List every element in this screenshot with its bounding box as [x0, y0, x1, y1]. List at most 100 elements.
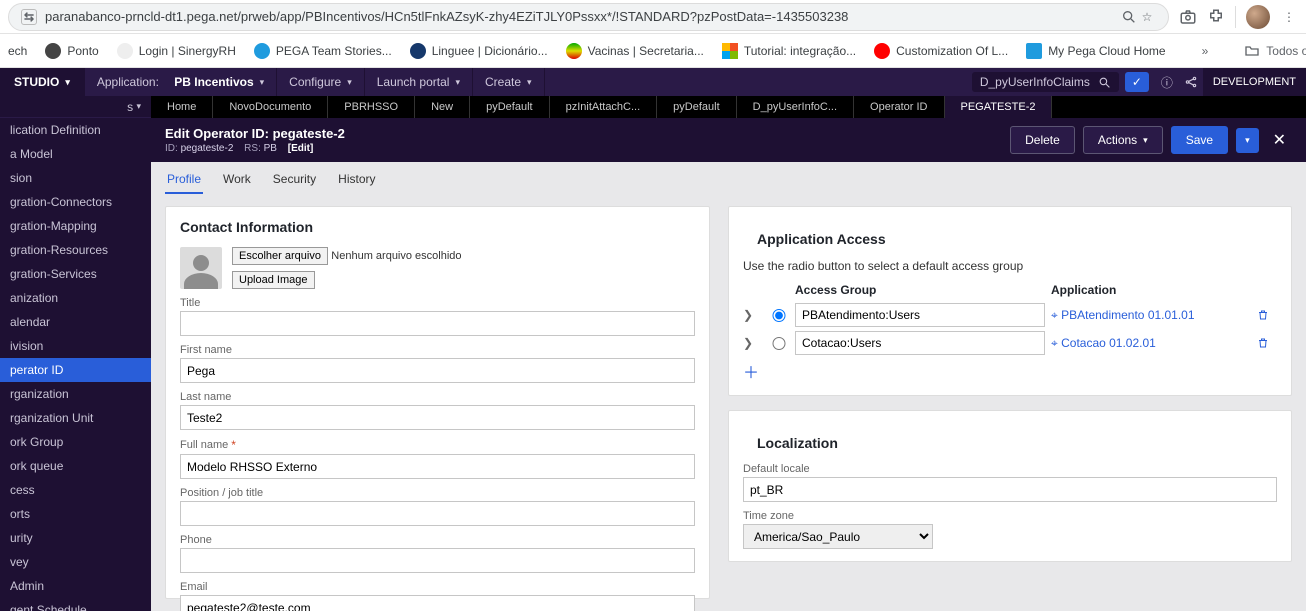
save-dropdown[interactable]: ▾ — [1236, 128, 1259, 153]
bookmark-item[interactable]: My Pega Cloud Home — [1026, 43, 1165, 59]
environment-badge[interactable]: DEVELOPMENT — [1203, 68, 1306, 96]
firstname-input[interactable] — [180, 358, 695, 383]
all-bookmarks-folder[interactable]: Todos os favoritos — [1244, 43, 1306, 59]
bookmark-item[interactable]: Vacinas | Secretaria... — [566, 43, 704, 59]
kebab-icon[interactable]: ⋮ — [1280, 8, 1298, 26]
favicon-icon — [117, 43, 133, 59]
no-file-label: Nenhum arquivo escolhido — [331, 250, 461, 262]
bookmark-item[interactable]: Ponto — [45, 43, 98, 59]
extensions-icon[interactable] — [1207, 8, 1225, 26]
document-tab[interactable]: Home — [151, 96, 213, 118]
access-group-input[interactable] — [795, 303, 1045, 327]
leftnav-item[interactable]: rganization Unit — [0, 406, 151, 430]
leftnav-item[interactable]: anization — [0, 286, 151, 310]
help-icon[interactable]: ⓘ — [1155, 68, 1179, 96]
leftnav-item[interactable]: Admin — [0, 574, 151, 598]
locale-input[interactable] — [743, 477, 1277, 502]
default-access-radio[interactable] — [769, 337, 789, 350]
record-tab[interactable]: History — [336, 168, 377, 194]
close-button[interactable]: ✕ — [1267, 130, 1292, 150]
title-input[interactable] — [180, 311, 695, 336]
timezone-label: Time zone — [743, 510, 933, 522]
create-menu[interactable]: Create▾ — [473, 68, 545, 96]
application-link[interactable]: ⌖ PBAtendimento 01.01.01 — [1051, 308, 1251, 323]
document-tab[interactable]: Operator ID — [854, 96, 944, 118]
choose-file-button[interactable]: Escolher arquivo — [232, 247, 328, 265]
leftnav-item[interactable]: lication Definition — [0, 118, 151, 142]
leftnav-item[interactable]: orts — [0, 502, 151, 526]
fullname-input[interactable] — [180, 454, 695, 479]
camera-icon[interactable] — [1179, 8, 1197, 26]
document-tab[interactable]: pzInitAttachC... — [550, 96, 658, 118]
save-button[interactable]: Save — [1171, 126, 1228, 154]
record-tab[interactable]: Security — [271, 168, 318, 194]
leftnav-item[interactable]: ork Group — [0, 430, 151, 454]
bookmark-item[interactable]: Tutorial: integração... — [722, 43, 856, 59]
lastname-input[interactable] — [180, 405, 695, 430]
launch-portal-menu[interactable]: Launch portal▾ — [365, 68, 473, 96]
leftnav-item[interactable]: gration-Resources — [0, 238, 151, 262]
site-info-icon[interactable]: ⇆ — [21, 9, 37, 25]
leftnav-item[interactable]: sion — [0, 166, 151, 190]
email-input[interactable] — [180, 595, 695, 611]
record-tab[interactable]: Profile — [165, 168, 203, 194]
leftnav-item[interactable]: cess — [0, 478, 151, 502]
document-tab[interactable]: D_pyUserInfoC... — [737, 96, 854, 118]
bookmark-item[interactable]: Customization Of L... — [874, 43, 1008, 59]
favicon-icon — [566, 43, 582, 59]
studio-switcher[interactable]: STUDIO▾ — [0, 68, 85, 96]
record-tab[interactable]: Work — [221, 168, 253, 194]
bookmark-item[interactable]: PEGA Team Stories... — [254, 43, 392, 59]
document-tab[interactable]: PBRHSSO — [328, 96, 415, 118]
bookmark-item[interactable]: Linguee | Dicionário... — [410, 43, 548, 59]
leftnav-item[interactable]: gent Schedule — [0, 598, 151, 611]
leftnav-item[interactable]: gration-Connectors — [0, 190, 151, 214]
leftnav-item[interactable]: urity — [0, 526, 151, 550]
leftnav-item[interactable]: rganization — [0, 382, 151, 406]
avatar-placeholder-icon — [180, 247, 222, 289]
phone-input[interactable] — [180, 548, 695, 573]
actions-button[interactable]: Actions▾ — [1083, 126, 1163, 154]
leftnav-item[interactable]: ork queue — [0, 454, 151, 478]
delete-button[interactable]: Delete — [1010, 126, 1075, 154]
upload-image-button[interactable]: Upload Image — [232, 271, 315, 289]
configure-menu[interactable]: Configure▾ — [277, 68, 365, 96]
zoom-icon[interactable] — [1120, 8, 1138, 26]
leftnav-item[interactable]: perator ID — [0, 358, 151, 382]
document-tab[interactable]: NovoDocumento — [213, 96, 328, 118]
profile-avatar-icon[interactable] — [1246, 5, 1270, 29]
chevron-down-icon: ▾ — [65, 77, 70, 88]
add-access-group-button[interactable]: ＋ — [743, 359, 1277, 383]
edit-link[interactable]: [Edit] — [288, 143, 314, 154]
bookmark-star-icon[interactable]: ☆ — [1138, 8, 1156, 26]
document-tab[interactable]: pyDefault — [657, 96, 736, 118]
leftnav-item[interactable]: vey — [0, 550, 151, 574]
chevron-down-icon: ▾ — [1143, 135, 1148, 146]
leftnav-item[interactable]: a Model — [0, 142, 151, 166]
share-icon[interactable] — [1179, 68, 1203, 96]
bookmark-item[interactable]: Login | SinergyRH — [117, 43, 236, 59]
delete-row-icon[interactable] — [1257, 309, 1277, 321]
application-switcher[interactable]: Application: PB Incentivos▾ — [85, 68, 277, 96]
expand-icon[interactable]: ❯ — [743, 336, 763, 350]
access-group-input[interactable] — [795, 331, 1045, 355]
expand-icon[interactable]: ❯ — [743, 308, 763, 322]
document-tab[interactable]: New — [415, 96, 470, 118]
header-search[interactable]: D_pyUserInfoClaims — [972, 72, 1119, 92]
application-link[interactable]: ⌖ Cotacao 01.02.01 — [1051, 336, 1251, 351]
delete-row-icon[interactable] — [1257, 337, 1277, 349]
timezone-select[interactable]: America/Sao_Paulo — [743, 524, 933, 549]
leftnav-item[interactable]: gration-Services — [0, 262, 151, 286]
position-input[interactable] — [180, 501, 695, 526]
left-nav-header[interactable]: s ▾ — [0, 96, 151, 118]
document-tab[interactable]: pyDefault — [470, 96, 549, 118]
leftnav-item[interactable]: gration-Mapping — [0, 214, 151, 238]
default-access-radio[interactable] — [769, 309, 789, 322]
leftnav-item[interactable]: alendar — [0, 310, 151, 334]
checkmark-button[interactable]: ✓ — [1125, 72, 1149, 92]
bookmark-item[interactable]: ech — [8, 44, 27, 58]
overflow-icon[interactable]: » — [1202, 42, 1209, 60]
url-box[interactable]: ⇆ paranabanco-prncld-dt1.pega.net/prweb/… — [8, 3, 1169, 31]
leftnav-item[interactable]: ivision — [0, 334, 151, 358]
document-tab[interactable]: PEGATESTE-2 — [945, 96, 1053, 118]
